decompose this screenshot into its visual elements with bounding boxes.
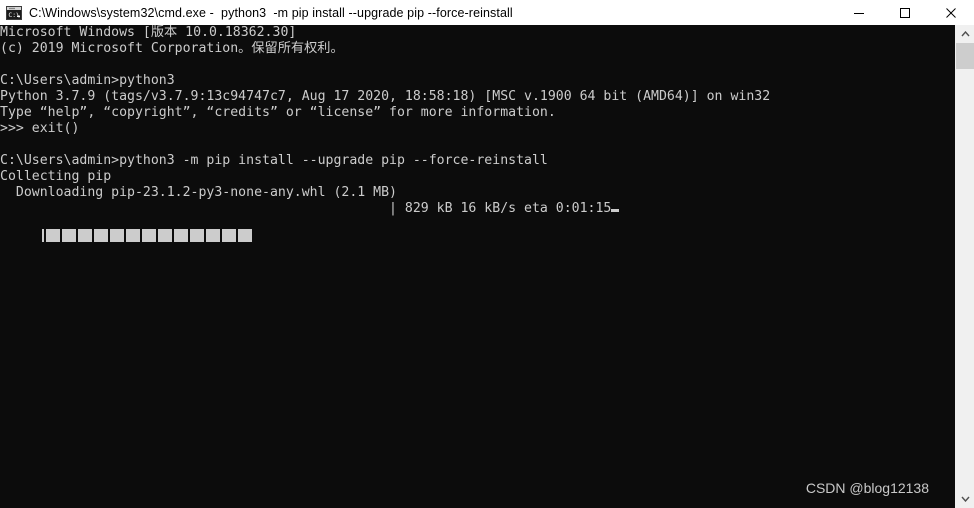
progress-bar-block bbox=[142, 228, 156, 242]
svg-text:C:\: C:\ bbox=[8, 11, 20, 19]
progress-bar-block bbox=[238, 228, 252, 242]
maximize-icon bbox=[900, 7, 910, 18]
window-title: C:\Windows\system32\cmd.exe - python3 -m… bbox=[29, 5, 513, 20]
progress-bar-block bbox=[94, 228, 108, 242]
minimize-button[interactable] bbox=[836, 0, 882, 25]
progress-bar-block bbox=[158, 228, 172, 242]
console-text: Microsoft Windows [版本 10.0.18362.30] (c) … bbox=[0, 25, 955, 217]
console-progress-line: | 829 kB 16 kB/s eta 0:01:15 bbox=[0, 201, 955, 217]
console-line: Downloading pip-23.1.2-py3-none-any.whl … bbox=[0, 185, 397, 200]
download-progress-bar bbox=[42, 227, 254, 243]
progress-bar-block bbox=[174, 228, 188, 242]
title-bar[interactable]: C:\ C:\Windows\system32\cmd.exe - python… bbox=[0, 0, 974, 26]
console-line: Type “help”, “copyright”, “credits” or “… bbox=[0, 105, 556, 120]
progress-bar-block bbox=[46, 228, 60, 242]
progress-bar-block bbox=[126, 228, 140, 242]
progress-bar-block bbox=[62, 228, 76, 242]
console-scrollbar[interactable] bbox=[955, 25, 974, 508]
cmd-window: C:\ C:\Windows\system32\cmd.exe - python… bbox=[0, 0, 974, 508]
progress-bar-block bbox=[206, 228, 220, 242]
progress-bar-left-edge bbox=[42, 228, 44, 242]
cmd-console-icon: C:\ bbox=[6, 5, 22, 20]
minimize-icon bbox=[854, 12, 864, 14]
console-line: Python 3.7.9 (tags/v3.7.9:13c94747c7, Au… bbox=[0, 89, 771, 104]
progress-bar-block bbox=[110, 228, 124, 242]
window-controls bbox=[836, 0, 974, 25]
scroll-up-button[interactable] bbox=[956, 25, 974, 43]
console-line: Microsoft Windows [版本 10.0.18362.30] bbox=[0, 25, 297, 40]
close-button[interactable] bbox=[928, 0, 974, 25]
console-output-area[interactable]: Microsoft Windows [版本 10.0.18362.30] (c) … bbox=[0, 25, 955, 508]
watermark-text: CSDN @blog12138 bbox=[805, 480, 929, 496]
maximize-button[interactable] bbox=[882, 0, 928, 25]
progress-bar-block bbox=[78, 228, 92, 242]
close-icon bbox=[946, 7, 956, 18]
chevron-down-icon bbox=[961, 496, 970, 502]
text-cursor bbox=[611, 209, 620, 212]
console-line: (c) 2019 Microsoft Corporation。保留所有权利。 bbox=[0, 41, 344, 56]
progress-bar-block bbox=[222, 228, 236, 242]
console-line: C:\Users\admin>python3 bbox=[0, 73, 175, 88]
scroll-down-button[interactable] bbox=[956, 490, 974, 508]
progress-bar-block bbox=[190, 228, 204, 242]
scrollbar-track[interactable] bbox=[956, 69, 974, 490]
chevron-up-icon bbox=[961, 31, 970, 37]
console-line: >>> exit() bbox=[0, 121, 80, 136]
console-line: C:\Users\admin>python3 -m pip install --… bbox=[0, 153, 548, 168]
scrollbar-thumb[interactable] bbox=[956, 43, 974, 69]
console-line: Collecting pip bbox=[0, 169, 112, 184]
